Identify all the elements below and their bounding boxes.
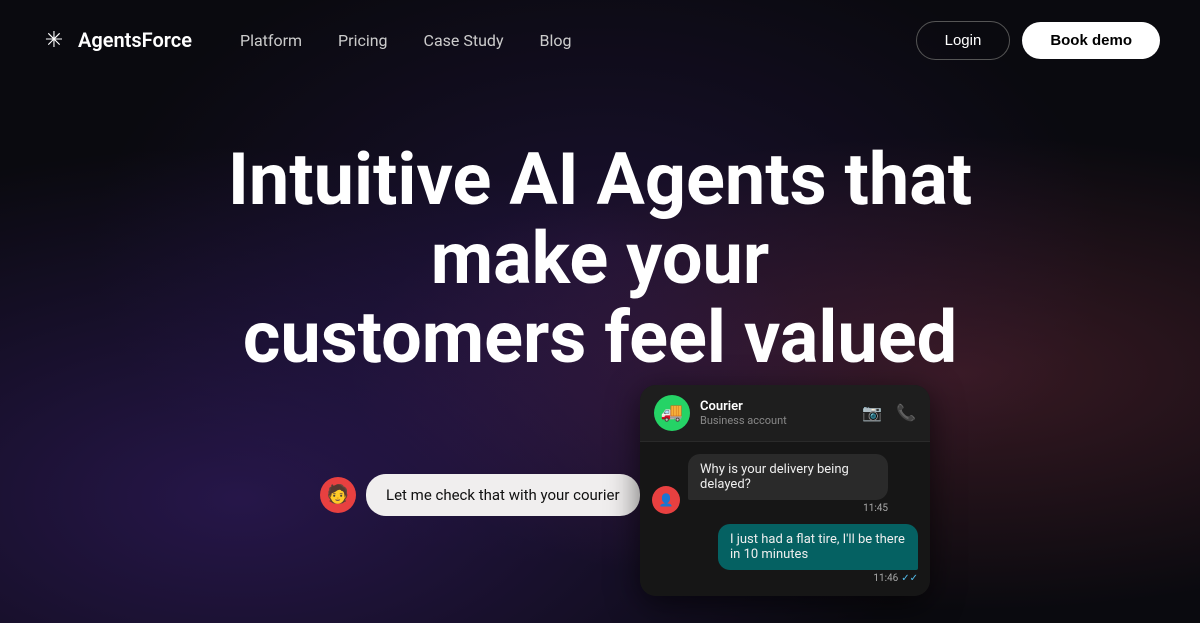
hero-section: Intuitive AI Agents that make your custo… (0, 80, 1200, 516)
nav-links: Platform Pricing Case Study Blog (240, 31, 572, 50)
brand-name: AgentsForce (78, 28, 192, 52)
hero-title: Intuitive AI Agents that make your custo… (150, 140, 1050, 378)
nav-link-blog[interactable]: Blog (540, 31, 572, 50)
book-demo-button[interactable]: Book demo (1022, 22, 1160, 59)
wa-sent-row: I just had a flat tire, I'll be there in… (652, 524, 918, 584)
nav-link-case-study[interactable]: Case Study (424, 31, 504, 50)
wa-sender-avatar: 👤 (652, 486, 680, 514)
navbar-right: Login Book demo (916, 21, 1160, 60)
wa-received-time: 11:45 (688, 503, 888, 514)
agent-message-row: 🧑 Let me check that with your courier (320, 474, 640, 516)
read-receipt-icon: ✓✓ (901, 573, 918, 584)
whatsapp-contact-avatar: 🚚 (654, 395, 690, 431)
whatsapp-contact-name: Courier (700, 399, 852, 414)
agent-avatar: 🧑 (320, 477, 356, 513)
chat-ui: Why is my delivery late? 🧑 Let me check … (300, 418, 900, 516)
navbar: ✳ AgentsForce Platform Pricing Case Stud… (0, 0, 1200, 80)
wa-received-bubble: Why is your delivery being delayed? 11:4… (688, 454, 888, 514)
whatsapp-contact-info: Courier Business account (700, 399, 852, 427)
whatsapp-card: 🚚 Courier Business account 📷 📞 👤 Why is … (640, 385, 930, 596)
whatsapp-messages: 👤 Why is your delivery being delayed? 11… (640, 442, 930, 596)
whatsapp-action-icons: 📷 📞 (862, 403, 916, 422)
nav-link-pricing[interactable]: Pricing (338, 31, 388, 50)
wa-sent-time: 11:46 ✓✓ (873, 573, 918, 584)
video-call-icon[interactable]: 📷 (862, 403, 882, 422)
phone-icon[interactable]: 📞 (896, 403, 916, 422)
login-button[interactable]: Login (916, 21, 1011, 60)
logo[interactable]: ✳ AgentsForce (40, 26, 192, 54)
wa-received-row: 👤 Why is your delivery being delayed? 11… (652, 454, 918, 514)
wa-sent-text: I just had a flat tire, I'll be there in… (718, 524, 918, 570)
navbar-left: ✳ AgentsForce Platform Pricing Case Stud… (40, 26, 572, 54)
wa-received-text: Why is your delivery being delayed? (688, 454, 888, 500)
agent-message-bubble: Let me check that with your courier (366, 474, 640, 516)
whatsapp-contact-subtitle: Business account (700, 414, 852, 427)
nav-link-platform[interactable]: Platform (240, 31, 302, 50)
whatsapp-header: 🚚 Courier Business account 📷 📞 (640, 385, 930, 442)
logo-icon: ✳ (40, 26, 68, 54)
